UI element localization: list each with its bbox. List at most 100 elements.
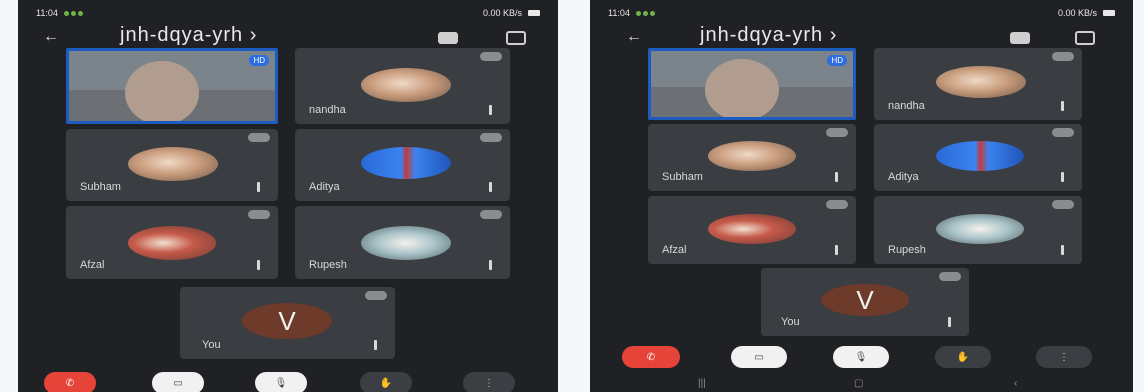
face: [125, 61, 199, 121]
mic-icon: [1061, 245, 1064, 255]
arrow-left-icon[interactable]: ←: [43, 29, 65, 45]
avatar: [361, 226, 451, 260]
participant-tile[interactable]: Subham: [66, 129, 278, 201]
mic-icon: [257, 182, 260, 192]
avatar: [936, 141, 1024, 171]
pin-icon[interactable]: [480, 133, 502, 142]
avatar: [936, 66, 1026, 98]
participant-name: Rupesh: [309, 259, 347, 271]
mic-icon[interactable]: 🎙: [833, 346, 889, 368]
pin-icon[interactable]: [248, 133, 270, 142]
raise-hand-icon[interactable]: ✋: [360, 372, 412, 392]
avatar: V: [821, 284, 909, 316]
mic-icon: [374, 340, 377, 350]
call-controls: ✆ ▭ 🎙 ✋ ⋮: [18, 370, 558, 392]
participant-name: Rupesh: [888, 244, 926, 256]
mic-icon: [257, 260, 260, 270]
battery-icon: [1103, 10, 1115, 16]
avatar: V: [242, 303, 332, 339]
participant-name: nandha: [309, 104, 346, 116]
avatar: [708, 214, 796, 244]
more-icon[interactable]: ⋮: [463, 372, 515, 392]
avatar: [936, 214, 1024, 244]
speaker-icon[interactable]: [438, 32, 458, 44]
mic-icon: [835, 245, 838, 255]
call-controls: ✆ ▭ 🎙 ✋ ⋮ ||| ▢ ‹: [590, 340, 1133, 392]
avatar: [361, 147, 451, 179]
pin-icon[interactable]: [248, 210, 270, 219]
home-icon[interactable]: ▢: [854, 378, 863, 389]
more-icon[interactable]: ⋮: [1036, 346, 1092, 368]
video-icon[interactable]: ▭: [152, 372, 204, 392]
hd-badge: HD: [827, 55, 847, 66]
pin-icon[interactable]: [365, 291, 387, 300]
participant-name: Afzal: [80, 259, 105, 271]
pin-icon[interactable]: [480, 210, 502, 219]
self-video-tile[interactable]: HD: [66, 48, 278, 124]
face: [705, 59, 779, 117]
meeting-title[interactable]: jnh-dqya-yrh ›: [120, 24, 257, 47]
network-speed: 0.00 KB/s: [482, 8, 522, 18]
pin-icon[interactable]: [1052, 128, 1074, 137]
pin-icon[interactable]: [480, 52, 502, 61]
pin-icon[interactable]: [939, 272, 961, 281]
participant-tile[interactable]: Aditya: [295, 129, 510, 201]
participant-tile[interactable]: Rupesh: [874, 196, 1082, 264]
mic-icon[interactable]: 🎙: [255, 372, 307, 392]
self-video-tile[interactable]: HD: [648, 48, 856, 120]
notification-icons: [635, 10, 655, 16]
pin-icon[interactable]: [826, 128, 848, 137]
video-icon[interactable]: ▭: [731, 346, 787, 368]
participant-name: You: [202, 339, 221, 351]
mic-icon: [1061, 101, 1064, 111]
participant-name: Subham: [80, 181, 121, 193]
participant-tile[interactable]: Afzal: [648, 196, 856, 264]
participant-tile[interactable]: nandha: [295, 48, 510, 124]
avatar: [128, 226, 216, 260]
mic-icon: [489, 105, 492, 115]
avatar: [128, 147, 218, 181]
pin-icon[interactable]: [1052, 200, 1074, 209]
participant-tile[interactable]: Subham: [648, 124, 856, 191]
phone-screen-right: 11:04 0.00 KB/s ← jnh-dqya-yrh › HD nand…: [590, 0, 1133, 392]
back-nav-icon[interactable]: ‹: [1014, 378, 1017, 389]
system-nav-bar: ||| ▢ ‹: [590, 376, 1133, 392]
notification-icons: [63, 10, 83, 16]
network-speed: 0.00 KB/s: [1057, 8, 1097, 18]
participant-name: You: [781, 316, 800, 328]
mic-icon: [835, 172, 838, 182]
status-time: 11:04: [36, 8, 58, 18]
participant-name: Aditya: [309, 181, 340, 193]
meeting-title[interactable]: jnh-dqya-yrh ›: [700, 24, 837, 47]
participant-tile[interactable]: nandha: [874, 48, 1082, 120]
avatar: [361, 68, 451, 102]
avatar-initial: V: [856, 284, 874, 315]
switch-camera-icon[interactable]: [1075, 31, 1095, 45]
mic-icon: [948, 317, 951, 327]
mic-icon: [489, 182, 492, 192]
battery-icon: [528, 10, 540, 16]
participant-name: Aditya: [888, 171, 919, 183]
participant-tile[interactable]: Afzal: [66, 206, 278, 279]
participant-tile[interactable]: Aditya: [874, 124, 1082, 191]
end-call-icon[interactable]: ✆: [622, 346, 680, 368]
raise-hand-icon[interactable]: ✋: [935, 346, 991, 368]
phone-screen-left: 11:04 0.00 KB/s ← jnh-dqya-yrh › HD nand…: [18, 0, 558, 392]
participant-tile-you[interactable]: V You: [180, 287, 395, 359]
recent-apps-icon[interactable]: |||: [698, 378, 706, 389]
participant-tile-you[interactable]: V You: [761, 268, 969, 336]
participant-name: nandha: [888, 100, 925, 112]
mic-icon: [489, 260, 492, 270]
status-time: 11:04: [608, 8, 630, 18]
pin-icon[interactable]: [826, 200, 848, 209]
pin-icon[interactable]: [1052, 52, 1074, 61]
end-call-icon[interactable]: ✆: [44, 372, 96, 392]
speaker-icon[interactable]: [1010, 32, 1030, 44]
participant-tile[interactable]: Rupesh: [295, 206, 510, 279]
mic-icon: [1061, 172, 1064, 182]
avatar: [708, 141, 796, 171]
arrow-left-icon[interactable]: ←: [626, 29, 648, 45]
hd-badge: HD: [249, 55, 269, 66]
switch-camera-icon[interactable]: [506, 31, 526, 45]
avatar-initial: V: [278, 305, 296, 336]
